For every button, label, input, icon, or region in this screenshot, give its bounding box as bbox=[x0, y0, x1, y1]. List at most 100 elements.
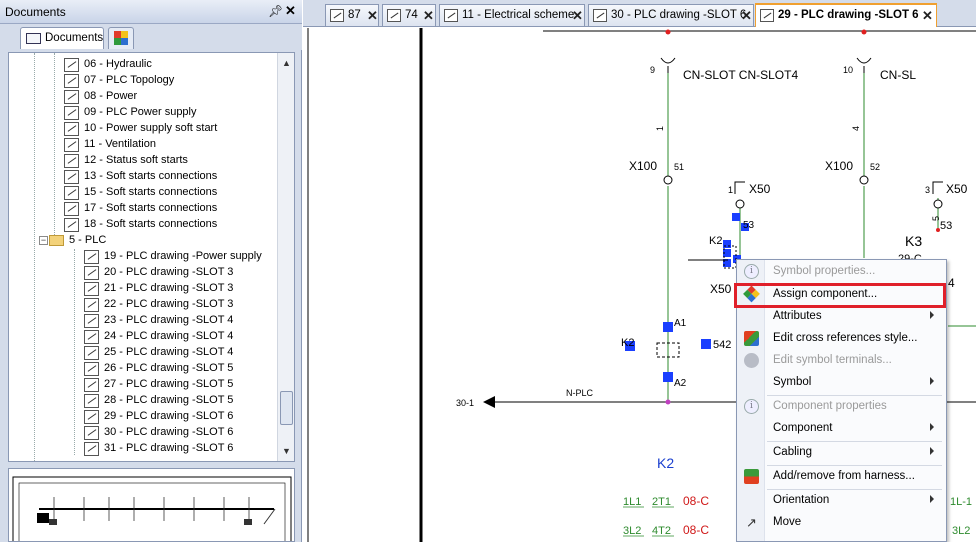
submenu-arrow-icon bbox=[930, 495, 934, 503]
doc-tab-74[interactable]: 74 ✕ bbox=[382, 4, 436, 26]
tree-item-label: 06 - Hydraulic bbox=[84, 58, 152, 70]
component-label-k3: K3 bbox=[905, 233, 922, 249]
drawing-icon bbox=[84, 362, 99, 376]
scroll-up-icon[interactable]: ▲ bbox=[278, 55, 295, 71]
doc-tab-label: 11 - Electrical scheme bbox=[462, 9, 575, 21]
bus-ref: 30-1 bbox=[456, 398, 474, 408]
contact-terminal: 3L2 bbox=[623, 525, 641, 537]
doc-tab-label: 30 - PLC drawing -SLOT 6 bbox=[611, 9, 747, 21]
menu-item-symbol-properties[interactable]: i Symbol properties... bbox=[737, 261, 946, 283]
tree-item-label: 27 - PLC drawing -SLOT 5 bbox=[104, 378, 234, 390]
document-tab-bar: 87 ✕ 74 ✕ 11 - Electrical scheme ✕ 30 - … bbox=[303, 0, 976, 27]
components-cube-icon bbox=[114, 31, 128, 45]
submenu-arrow-icon bbox=[930, 377, 934, 385]
close-tab-icon[interactable]: ✕ bbox=[572, 8, 583, 24]
tree-scrollbar[interactable]: ▲ ▼ bbox=[277, 53, 294, 461]
panel-tabs: Documents bbox=[0, 24, 302, 50]
doc-tab-87[interactable]: 87 ✕ bbox=[325, 4, 379, 26]
close-icon[interactable]: ✕ bbox=[285, 3, 296, 19]
pin-icon[interactable]: 📌︎ bbox=[268, 4, 283, 18]
doc-tab-label: 87 bbox=[348, 9, 361, 21]
menu-item-attributes[interactable]: Attributes bbox=[737, 306, 946, 328]
menu-item-component[interactable]: Component bbox=[737, 418, 946, 440]
contact-terminal: 3L2 bbox=[952, 525, 970, 537]
tree-item-label: 29 - PLC drawing -SLOT 6 bbox=[104, 410, 234, 422]
terminal-label: X100 bbox=[825, 159, 853, 173]
close-tab-icon[interactable]: ✕ bbox=[423, 8, 434, 24]
drawing-icon bbox=[84, 426, 99, 440]
contact-pin: 53 bbox=[743, 220, 755, 231]
tree-item-label: 21 - PLC drawing -SLOT 3 bbox=[104, 282, 234, 294]
tree-item-label: 13 - Soft starts connections bbox=[84, 170, 218, 182]
menu-item-move[interactable]: ↗ Move bbox=[737, 512, 946, 534]
tree-item-label: 19 - PLC drawing -Power supply bbox=[104, 250, 262, 262]
terminals-icon bbox=[744, 353, 759, 368]
scroll-down-icon[interactable]: ▼ bbox=[278, 443, 295, 459]
terminal-pin: 51 bbox=[674, 162, 684, 172]
connector-num: 9 bbox=[650, 65, 655, 75]
page-preview-thumbnail[interactable] bbox=[8, 468, 295, 542]
drawing-icon bbox=[64, 186, 79, 200]
menu-item-label: Symbol bbox=[773, 376, 812, 388]
contact-crossref: 08-C bbox=[683, 494, 709, 508]
move-icon: ↗ bbox=[746, 515, 757, 530]
tree-item-label: 28 - PLC drawing -SLOT 5 bbox=[104, 394, 234, 406]
doc-tab-plc-slot6-30[interactable]: 30 - PLC drawing -SLOT 6 ✕ bbox=[588, 4, 754, 26]
menu-item-edit-symbol-terminals[interactable]: Edit symbol terminals... bbox=[737, 350, 946, 372]
drawing-icon bbox=[444, 9, 458, 22]
tree-item-label: 09 - PLC Power supply bbox=[84, 106, 197, 118]
collapse-icon[interactable]: − bbox=[39, 236, 48, 245]
tab-documents-label: Documents bbox=[45, 32, 104, 44]
menu-item-label: Add/remove from harness... bbox=[773, 470, 915, 482]
contact-pin: 53 bbox=[940, 220, 952, 232]
tree-item-label: 08 - Power bbox=[84, 90, 138, 102]
drawing-icon bbox=[64, 218, 79, 232]
drawing-icon bbox=[64, 106, 79, 120]
drawing-icon bbox=[84, 442, 99, 456]
panel-title-bar: Documents 📌︎ ✕ bbox=[0, 0, 302, 24]
drawing-icon bbox=[64, 122, 79, 136]
menu-item-orientation[interactable]: Orientation bbox=[737, 490, 946, 512]
drawing-icon bbox=[84, 266, 99, 280]
tree-item-label: 22 - PLC drawing -SLOT 3 bbox=[104, 298, 234, 310]
contact-terminal: 1L-1 bbox=[950, 496, 972, 508]
drawing-icon bbox=[84, 346, 99, 360]
drawing-icon bbox=[64, 170, 79, 184]
close-tab-icon[interactable]: ✕ bbox=[367, 8, 378, 24]
tree-item-label: 25 - PLC drawing -SLOT 4 bbox=[104, 346, 234, 358]
close-tab-icon[interactable]: ✕ bbox=[922, 8, 933, 24]
submenu-arrow-icon bbox=[930, 311, 934, 319]
doc-tab-electrical-scheme[interactable]: 11 - Electrical scheme ✕ bbox=[439, 4, 585, 26]
drawing-icon bbox=[387, 9, 401, 22]
scroll-thumb[interactable] bbox=[280, 391, 293, 425]
connector-label: CN-SLOT CN-SLOT4 bbox=[683, 68, 798, 82]
preview-drawing bbox=[12, 476, 292, 541]
menu-item-symbol[interactable]: Symbol bbox=[737, 372, 946, 394]
menu-item-component-properties[interactable]: i Component properties bbox=[737, 396, 946, 418]
coil-pin-a2: A2 bbox=[674, 378, 687, 389]
menu-item-harness[interactable]: Add/remove from harness... bbox=[737, 466, 946, 488]
info-icon: i bbox=[744, 399, 759, 414]
x50-num: 3 bbox=[925, 185, 930, 195]
coil-pin-a1: A1 bbox=[674, 318, 687, 329]
tree-item-label: 15 - Soft starts connections bbox=[84, 186, 218, 198]
drawing-icon bbox=[84, 314, 99, 328]
drawing-icon bbox=[84, 282, 99, 296]
k2-contact-label: K2 bbox=[709, 235, 722, 247]
tree-item-label: 07 - PLC Topology bbox=[84, 74, 175, 86]
x50-label: X50 bbox=[749, 182, 771, 196]
submenu-arrow-icon bbox=[930, 423, 934, 431]
doc-tab-plc-slot6-29[interactable]: 29 - PLC drawing -SLOT 6 ✕ bbox=[755, 3, 937, 27]
tree-item-label: 24 - PLC drawing -SLOT 4 bbox=[104, 330, 234, 342]
tree-item-label: 12 - Status soft starts bbox=[84, 154, 188, 166]
menu-item-cabling[interactable]: Cabling bbox=[737, 442, 946, 464]
menu-item-edit-cross-references[interactable]: Edit cross references style... bbox=[737, 328, 946, 350]
connector-num: 10 bbox=[843, 65, 853, 75]
drawing-icon bbox=[64, 202, 79, 216]
tab-components[interactable] bbox=[108, 27, 134, 49]
tab-documents[interactable]: Documents bbox=[20, 27, 104, 49]
tree-item-label: 17 - Soft starts connections bbox=[84, 202, 218, 214]
assign-component-highlight bbox=[734, 283, 946, 308]
drawing-icon bbox=[84, 298, 99, 312]
close-tab-icon[interactable]: ✕ bbox=[741, 8, 752, 24]
